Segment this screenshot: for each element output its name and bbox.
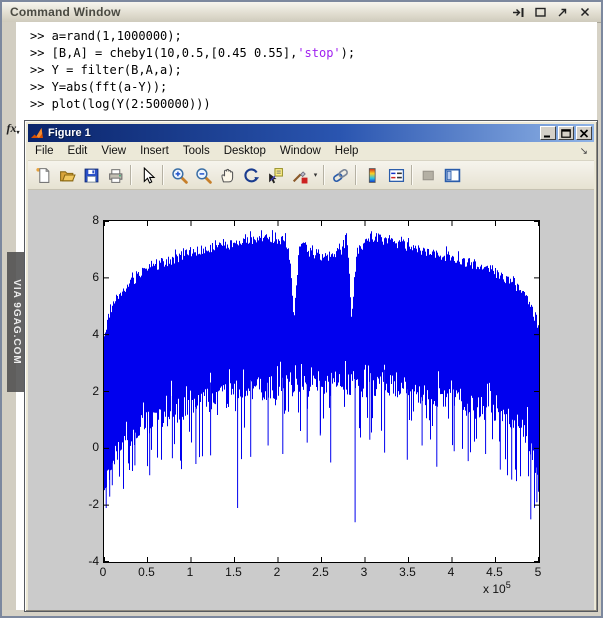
x-tick-label: 2 xyxy=(273,565,281,579)
menu-tools[interactable]: Tools xyxy=(176,144,217,158)
link-plot-icon[interactable] xyxy=(328,163,352,187)
function-hints-button[interactable]: fx▾ xyxy=(4,121,22,138)
close-button[interactable] xyxy=(576,126,592,140)
x-tick-label: 1 xyxy=(186,565,194,579)
toolbar-separator xyxy=(355,165,357,185)
minimize-button[interactable] xyxy=(540,126,556,140)
save-figure-icon[interactable] xyxy=(79,163,103,187)
x-tick-label: 5 xyxy=(534,565,542,579)
watermark: VIA 9GAG.COM xyxy=(7,252,25,392)
x-tick-label: 3 xyxy=(360,565,368,579)
y-tick-label: 8 xyxy=(92,213,99,227)
watermark-text: VIA 9GAG.COM xyxy=(11,279,22,365)
insert-colorbar-icon[interactable] xyxy=(360,163,384,187)
hide-plot-tools-icon[interactable] xyxy=(416,163,440,187)
menubar-overflow-icon[interactable]: ↘ xyxy=(580,146,594,157)
command-line: >> [B,A] = cheby1(10,0.5,[0.45 0.55],'st… xyxy=(30,46,356,60)
maximize-button[interactable] xyxy=(558,126,574,140)
y-tick-label: 4 xyxy=(92,326,99,341)
matlab-logo-icon xyxy=(30,127,44,140)
x-tick-label: 4.5 xyxy=(486,565,503,579)
brush-data-icon[interactable] xyxy=(287,163,311,187)
x-tick-label: 2.5 xyxy=(312,565,329,579)
y-tick-label: -2 xyxy=(88,497,99,512)
zoom-out-icon[interactable] xyxy=(191,163,215,187)
x-axis-exponent-label: x 105 xyxy=(483,580,511,596)
zoom-in-icon[interactable] xyxy=(167,163,191,187)
series-line xyxy=(104,230,539,508)
show-plot-tools-icon[interactable] xyxy=(440,163,464,187)
close-icon[interactable] xyxy=(578,6,591,18)
figure-title: Figure 1 xyxy=(48,127,91,139)
figure-menubar: File Edit View Insert Tools Desktop Window Help… xyxy=(28,142,594,161)
y-tick-label: 6 xyxy=(92,269,99,284)
rotate-3d-icon[interactable] xyxy=(239,163,263,187)
maximize-icon[interactable] xyxy=(534,6,547,18)
y-tick-label: -4 xyxy=(88,554,99,568)
y-tick-label: 2 xyxy=(92,383,99,398)
fx-caret-icon: ▾ xyxy=(16,130,20,136)
command-window-titlebar: Command Window xyxy=(2,2,601,23)
undock-icon[interactable] xyxy=(556,6,569,18)
plot-area xyxy=(103,220,540,563)
command-line: >> Y=abs(fft(a-Y)); xyxy=(30,80,168,94)
new-figure-icon[interactable] xyxy=(31,163,55,187)
menu-file[interactable]: File xyxy=(28,144,61,158)
x-tick-label: 0.5 xyxy=(138,565,155,579)
print-figure-icon[interactable] xyxy=(103,163,127,187)
command-line: >> Y = filter(B,A,a); xyxy=(30,63,182,77)
pan-icon[interactable] xyxy=(215,163,239,187)
menu-view[interactable]: View xyxy=(94,144,133,158)
open-file-icon[interactable] xyxy=(55,163,79,187)
x-tick-label: 4 xyxy=(447,565,455,579)
figure-canvas: x 105 0 0.5 1 1.5 2 2.5 3 3.5 4 4.5 5 -4 -2 0 2 4 6 8 xyxy=(28,190,594,610)
toolbar-separator xyxy=(323,165,325,185)
toolbar-separator xyxy=(411,165,413,185)
x-tick-label: 1.5 xyxy=(225,565,242,579)
toolbar-separator xyxy=(130,165,132,185)
y-tick-label: 0 xyxy=(92,440,99,455)
insert-legend-icon[interactable] xyxy=(384,163,408,187)
menu-window[interactable]: Window xyxy=(273,144,328,158)
command-history: >> a=rand(1,1000000); >> [B,A] = cheby1(1… xyxy=(30,28,355,113)
figure-window: Figure 1 File Edit View Insert Tools Desktop W… xyxy=(24,120,598,612)
figure-titlebar[interactable]: Figure 1 xyxy=(28,124,594,142)
command-line: >> plot(log(Y(2:500000))) xyxy=(30,97,211,111)
command-window-title: Command Window xyxy=(10,5,121,19)
x-tick-label: 3.5 xyxy=(399,565,416,579)
command-line: >> a=rand(1,1000000); xyxy=(30,29,182,43)
toolbar-separator xyxy=(162,165,164,185)
brush-dropdown-icon[interactable]: ▾ xyxy=(311,163,320,187)
menu-desktop[interactable]: Desktop xyxy=(217,144,273,158)
edit-plot-icon[interactable] xyxy=(135,163,159,187)
menu-insert[interactable]: Insert xyxy=(133,144,176,158)
menu-edit[interactable]: Edit xyxy=(61,144,95,158)
dock-icon[interactable] xyxy=(512,6,525,18)
data-cursor-icon[interactable] xyxy=(263,163,287,187)
menu-help[interactable]: Help xyxy=(328,144,366,158)
figure-toolbar: ▾ xyxy=(28,161,594,190)
